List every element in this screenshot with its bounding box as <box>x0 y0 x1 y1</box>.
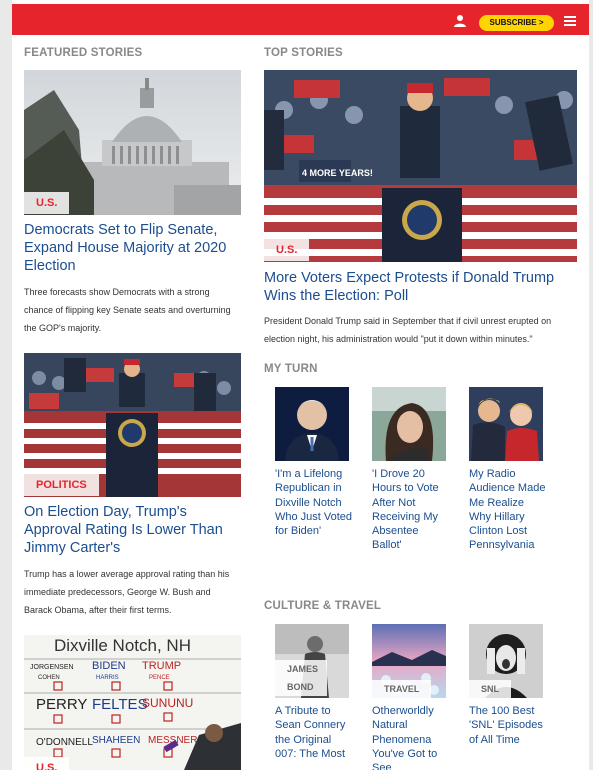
featured-2-blurb: Trump has a lower average approval ratin… <box>24 569 230 615</box>
my-turn-3-title[interactable]: My Radio Audience Made Me Realize Why Hi… <box>469 467 547 553</box>
top-story-tag[interactable]: U.S. <box>264 239 310 261</box>
board-title: Dixville Notch, NH <box>54 636 191 655</box>
culture-2-title[interactable]: Otherworldly Natural Phenomena You've Go… <box>372 704 450 770</box>
top-story-image[interactable]: 4 MORE YEARS! <box>264 70 577 262</box>
featured-section-title: FEATURED STORIES <box>24 47 143 59</box>
my-turn-1-title[interactable]: 'I'm a Lifelong Republican in Dixville N… <box>275 467 353 538</box>
ballot-board-image[interactable]: Dixville Notch, NH JORGENSEN BIDEN TRUMP… <box>24 635 241 770</box>
board-cohen: COHEN <box>38 675 60 681</box>
header-bar: SUBSCRIBE > <box>12 4 589 35</box>
board-sununu: SUNUNU <box>142 696 193 710</box>
my-turn-2-image[interactable] <box>372 387 446 461</box>
board-biden: BIDEN <box>92 660 126 672</box>
featured-2-tag[interactable]: POLITICS <box>24 474 99 496</box>
my-turn-3-image[interactable] <box>469 387 543 461</box>
featured-3-tag[interactable]: U.S. <box>24 757 70 770</box>
board-odonnell: O'DONNELL <box>36 737 93 748</box>
culture-3-tag[interactable]: SNL <box>469 680 511 698</box>
featured-2-headline[interactable]: On Election Day, Trump's Approval Rating… <box>24 503 241 557</box>
culture-section-title: CULTURE & TRAVEL <box>264 600 382 612</box>
top-story-headline[interactable]: More Voters Expect Protests if Donald Tr… <box>264 269 577 305</box>
user-icon[interactable] <box>453 14 467 28</box>
board-jorgensen: JORGENSEN <box>30 664 74 671</box>
subscribe-button[interactable]: SUBSCRIBE > <box>479 15 554 31</box>
top-story-blurb: President Donald Trump said in September… <box>264 316 552 344</box>
page: SUBSCRIBE > FEATURED STORIES U.S. Democr… <box>0 0 593 770</box>
board-harris: HARRIS <box>96 675 119 681</box>
board-trump: TRUMP <box>142 660 181 672</box>
my-turn-1-image[interactable] <box>275 387 349 461</box>
board-shaheen: SHAHEEN <box>92 735 140 746</box>
featured-1-tag[interactable]: U.S. <box>24 192 70 214</box>
menu-icon[interactable] <box>564 16 576 28</box>
top-section-title: TOP STORIES <box>264 47 343 59</box>
board-perry: PERRY <box>36 696 87 713</box>
featured-1-blurb: Three forecasts show Democrats with a st… <box>24 287 231 333</box>
board-pence: PENCE <box>149 675 170 681</box>
featured-1-headline[interactable]: Democrats Set to Flip Senate, Expand Hou… <box>24 221 241 275</box>
my-turn-section-title: MY TURN <box>264 363 318 375</box>
culture-1-tag[interactable]: JAMES BOND <box>275 660 327 696</box>
culture-1-title[interactable]: A Tribute to Sean Connery the Original 0… <box>275 704 353 761</box>
sign-four-more-years: 4 MORE YEARS! <box>302 168 373 178</box>
board-feltes: FELTES <box>92 696 148 713</box>
my-turn-2-title[interactable]: 'I Drove 20 Hours to Vote After Not Rece… <box>372 467 450 553</box>
culture-2-tag[interactable]: TRAVEL <box>372 680 432 698</box>
culture-3-title[interactable]: The 100 Best 'SNL' Episodes of All Time <box>469 704 547 747</box>
